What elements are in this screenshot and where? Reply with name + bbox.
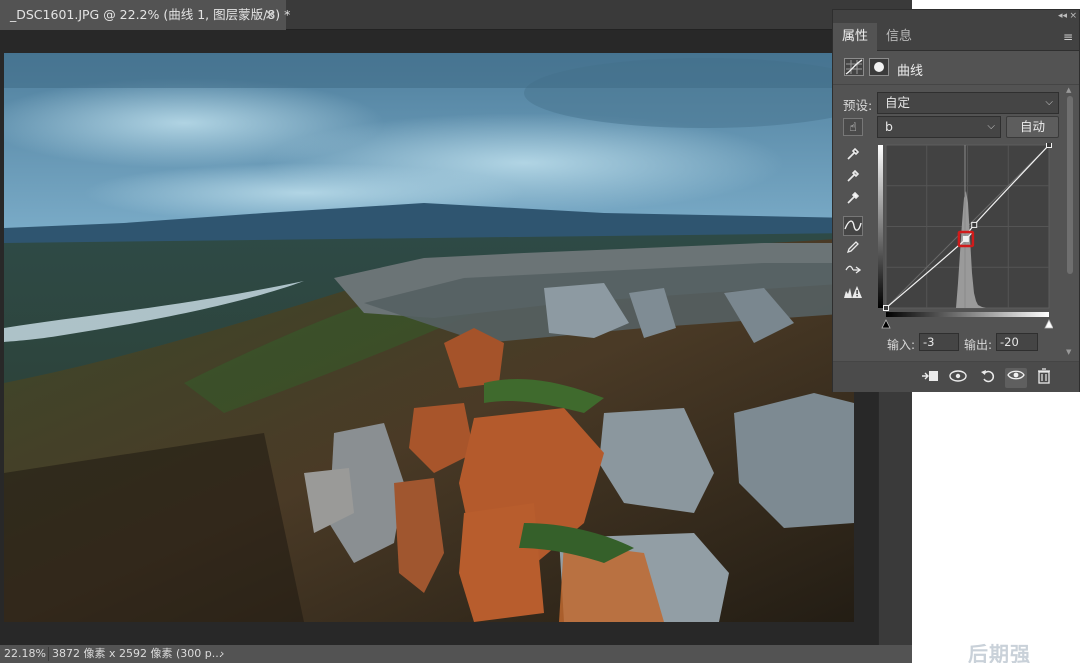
document-tab-title: _DSC1601.JPG @ 22.2% (曲线 1, 图层蒙版/8) * (10, 7, 291, 22)
toggle-visibility-eye-icon[interactable] (1005, 368, 1027, 388)
clipping-warning-icon[interactable] (843, 284, 863, 304)
reset-adjustment-icon[interactable] (977, 368, 999, 388)
watermark-logo: 后期强 (968, 642, 1031, 663)
curve-svg (878, 142, 1054, 329)
preset-label: 预设: (843, 98, 873, 113)
gray-point-eyedropper-icon[interactable] (843, 168, 863, 188)
scroll-down-icon[interactable]: ▼ (1066, 348, 1071, 356)
curve-point[interactable] (971, 221, 978, 228)
close-tab-icon[interactable]: × (264, 0, 276, 30)
view-previous-state-icon[interactable] (947, 368, 969, 388)
preset-value: 自定 (885, 95, 911, 110)
white-point-eyedropper-icon[interactable] (843, 190, 863, 210)
close-panel-icon[interactable]: × (1069, 10, 1077, 23)
channel-value: b (885, 119, 893, 134)
edit-points-curve-icon[interactable] (843, 216, 863, 236)
selected-curve-point[interactable] (962, 235, 969, 242)
curves-adjustment-icon[interactable] (844, 58, 864, 76)
properties-panel: ◂◂ × 属性 信息 ≡ 曲线 预设: 自定 ⌵ ☝ b ⌵ 自动 输入: -3… (832, 9, 1080, 392)
curves-graph[interactable] (878, 142, 1054, 336)
pencil-draw-icon[interactable] (843, 239, 863, 259)
targeted-adjustment-hand-icon[interactable]: ☝ (843, 118, 863, 136)
scrollbar-thumb[interactable] (1067, 96, 1073, 274)
panel-menu-icon[interactable]: ≡ (1063, 30, 1073, 44)
tab-info[interactable]: 信息 (877, 23, 921, 51)
channel-dropdown[interactable]: b ⌵ (877, 116, 1001, 138)
input-value-field[interactable]: -3 (919, 333, 959, 351)
chevron-down-icon: ⌵ (987, 121, 995, 132)
auto-button[interactable]: 自动 (1006, 116, 1059, 138)
panel-tabs: 属性 信息 ≡ (833, 23, 1079, 51)
adjustment-header: 曲线 (833, 51, 1079, 85)
status-menu-arrow-icon[interactable]: › (220, 645, 224, 663)
output-value-field[interactable]: -20 (996, 333, 1038, 351)
zoom-level[interactable]: 22.18% (4, 645, 46, 663)
output-gradient-bar (878, 145, 883, 308)
preset-dropdown[interactable]: 自定 ⌵ (877, 92, 1059, 114)
adjustment-title: 曲线 (897, 64, 924, 79)
status-divider (48, 647, 49, 661)
document-tab[interactable]: _DSC1601.JPG @ 22.2% (曲线 1, 图层蒙版/8) * × (0, 0, 290, 30)
black-point-slider-icon (881, 319, 891, 329)
panel-scrollbar[interactable]: ▲ ▼ (1065, 86, 1075, 356)
output-label: 输出: (964, 338, 993, 352)
document-area: _DSC1601.JPG @ 22.2% (曲线 1, 图层蒙版/8) * × (0, 0, 912, 663)
panel-title-strip: ◂◂ × (833, 10, 1079, 23)
curve-point[interactable] (1046, 142, 1052, 148)
panel-footer (833, 361, 1079, 392)
collapse-panel-icon[interactable]: ◂◂ (1058, 10, 1067, 23)
input-label: 输入: (887, 338, 916, 352)
input-gradient-bar (886, 312, 1049, 317)
white-point-slider-icon (1044, 319, 1054, 329)
layer-mask-icon[interactable] (869, 58, 889, 76)
black-point-eyedropper-icon[interactable] (843, 146, 863, 166)
document-tab-bar: _DSC1601.JPG @ 22.2% (曲线 1, 图层蒙版/8) * × (0, 0, 912, 30)
canvas-image[interactable] (4, 53, 854, 622)
curve-point[interactable] (883, 305, 889, 311)
landscape-photo (4, 53, 854, 622)
status-bar: 22.18% 3872 像素 x 2592 像素 (300 p... › (0, 645, 912, 663)
delete-adjustment-trash-icon[interactable] (1033, 368, 1055, 388)
chevron-down-icon: ⌵ (1045, 97, 1053, 108)
document-dimensions: 3872 像素 x 2592 像素 (300 p... (52, 647, 223, 660)
smooth-curve-icon[interactable] (843, 261, 863, 281)
clip-to-layer-icon[interactable] (919, 368, 941, 388)
tab-properties[interactable]: 属性 (833, 23, 878, 51)
scroll-up-icon[interactable]: ▲ (1066, 86, 1071, 94)
